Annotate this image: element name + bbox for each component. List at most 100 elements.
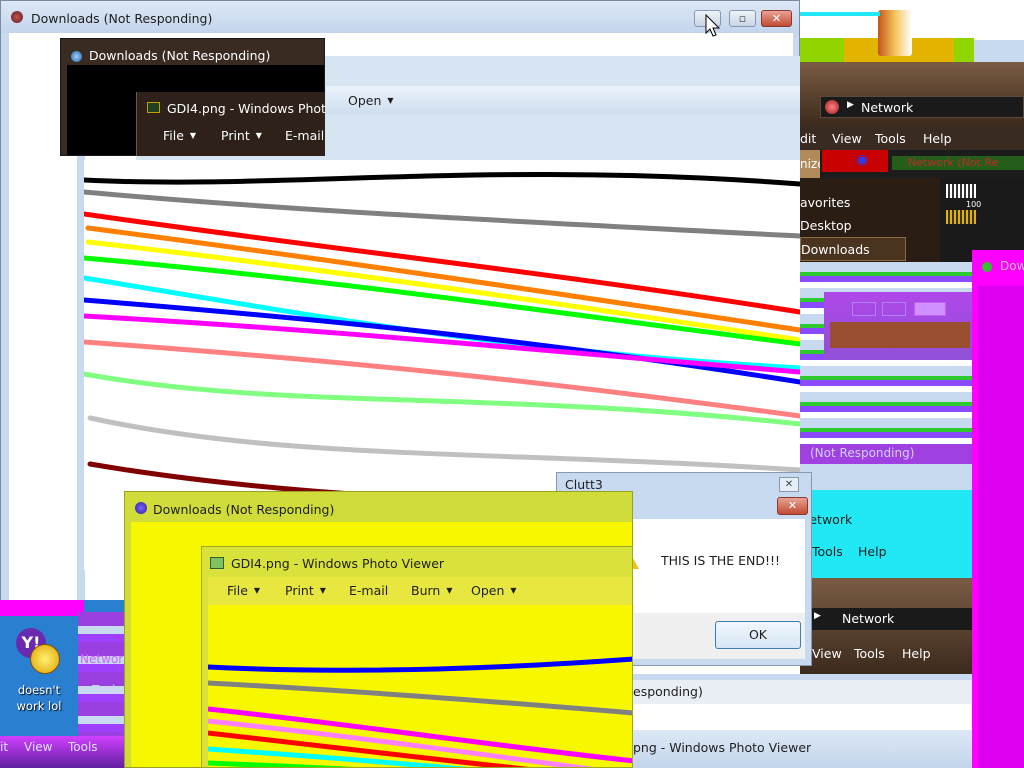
cyan-strip bbox=[800, 12, 880, 16]
drawn-line-4 bbox=[85, 225, 800, 333]
menu-tools-3[interactable]: Tools bbox=[854, 646, 885, 661]
red-block bbox=[822, 150, 888, 172]
clutt-close-button[interactable]: ✕ bbox=[777, 497, 808, 515]
clutt-close-button-ghost[interactable]: ✕ bbox=[779, 477, 799, 492]
front-photo-toolbar: File ▼ Print ▼ E-mail Burn ▼ Open ▼ bbox=[208, 577, 632, 605]
background-window-title: Downloads (Not Responding) bbox=[31, 11, 213, 26]
photo-viewer-top-title-text: GDI4.png - Windows Photo bbox=[167, 101, 325, 116]
bottom-right-strip: esponding) png - Windows Photo Viewer bbox=[633, 674, 972, 768]
ghost-window-purple bbox=[824, 292, 972, 360]
photo-viewer-top-title: GDI4.png - Windows Photo File ▼ Print ▼ E-… bbox=[136, 92, 325, 156]
front-menu-file[interactable]: File ▼ bbox=[227, 583, 260, 598]
address-text: Network bbox=[861, 100, 914, 115]
menu-email[interactable]: E-mail bbox=[285, 128, 324, 143]
yahoo-messenger-icon[interactable]: Y! bbox=[16, 628, 64, 676]
clutt-message: THIS IS THE END!!! bbox=[661, 553, 781, 568]
front-photo-viewer-title: GDI4.png - Windows Photo Viewer bbox=[231, 556, 445, 571]
photo-viewer-icon-front bbox=[210, 557, 224, 569]
nav-favorites[interactable]: avorites bbox=[800, 195, 850, 210]
dropdown-caret-icon: ▼ bbox=[255, 131, 262, 140]
dropdown-caret-icon: ▼ bbox=[189, 131, 197, 140]
network-icon bbox=[825, 100, 839, 114]
responding-bar: esponding) bbox=[633, 680, 972, 704]
menu-open[interactable]: Open ▼ bbox=[348, 93, 394, 108]
menu-view[interactable]: View bbox=[832, 131, 862, 146]
close-button[interactable]: ✕ bbox=[761, 10, 792, 27]
dropdown-caret-icon: ▼ bbox=[446, 586, 453, 595]
downloads-folder-icon bbox=[11, 11, 23, 23]
magenta-window: Dow bbox=[972, 250, 1024, 768]
front-drawn-line-2 bbox=[208, 680, 632, 716]
drawn-line-10 bbox=[84, 339, 800, 419]
menu-print[interactable]: Print ▼ bbox=[221, 128, 262, 143]
front-drawn-line-1 bbox=[208, 656, 632, 673]
address-bar-3[interactable]: ▶ Network bbox=[800, 608, 972, 630]
ghost-maximize bbox=[882, 302, 906, 316]
desktop-area: Networ Tools Y! doesn't work lol it View… bbox=[0, 600, 124, 768]
thumb-label: 100 bbox=[966, 200, 982, 209]
front-menu-burn[interactable]: Burn ▼ bbox=[411, 583, 453, 598]
front-lines-image bbox=[208, 656, 632, 767]
ghost-body-brown bbox=[830, 322, 970, 348]
dropdown-caret-icon: ▼ bbox=[387, 96, 394, 105]
ghost-minimize bbox=[852, 302, 876, 316]
ghost-close bbox=[914, 302, 946, 316]
front-photo-canvas bbox=[208, 605, 632, 767]
cyan-band: Network Tools Help bbox=[800, 490, 972, 578]
clutt-dialog-title: Clutt3 bbox=[565, 477, 603, 492]
front-menu-open[interactable]: Open ▼ bbox=[471, 583, 517, 598]
photo-viewer-toolbar: Open ▼ bbox=[326, 86, 800, 114]
drawn-line-1 bbox=[84, 171, 800, 187]
organize-bar: nize ◉ Network (Not Re bbox=[800, 150, 1024, 178]
drawn-line-5 bbox=[85, 239, 800, 343]
dropdown-caret-icon: ▼ bbox=[253, 586, 261, 595]
barcode-thumb-2 bbox=[946, 210, 976, 224]
downloads-folder-icon-dark bbox=[71, 51, 82, 62]
right-glitch-area: ▶ Network dit View Tools Help nize ◉ Net… bbox=[800, 0, 1024, 768]
front-menu-email[interactable]: E-mail bbox=[349, 583, 388, 598]
barcode-thumb bbox=[946, 184, 976, 198]
maximize-button[interactable]: ▫ bbox=[729, 10, 756, 27]
front-drawn-line-4 bbox=[208, 718, 595, 767]
front-drawn-line-5 bbox=[208, 730, 530, 767]
menu-file[interactable]: File ▼ bbox=[163, 128, 196, 143]
downloads-folder-icon-yellow bbox=[135, 502, 147, 514]
menu-edit[interactable]: dit bbox=[800, 131, 816, 146]
ok-button[interactable]: OK bbox=[715, 621, 801, 649]
nav-downloads-selected[interactable]: Downloads bbox=[800, 237, 906, 261]
organize-chip[interactable]: nize bbox=[800, 150, 820, 178]
menu-tools[interactable]: Tools bbox=[875, 131, 906, 146]
menu-view-3[interactable]: View bbox=[812, 646, 842, 661]
white-band bbox=[633, 704, 972, 730]
front-menu-print[interactable]: Print ▼ bbox=[285, 583, 326, 598]
breadcrumb-arrow-icon-3: ▶ bbox=[814, 611, 821, 621]
mouse-cursor-icon bbox=[705, 13, 721, 38]
photo-viewer-icon bbox=[147, 102, 160, 113]
green-strip bbox=[800, 0, 1024, 40]
background-titlebar: Downloads (Not Responding) – ▫ ✕ bbox=[1, 1, 799, 33]
nav-pane: avorites Desktop Downloads bbox=[800, 178, 940, 262]
drawn-line-11 bbox=[84, 371, 800, 427]
menu-tools-2[interactable]: Tools bbox=[812, 544, 843, 559]
address-bar[interactable]: ▶ Network bbox=[820, 96, 1024, 118]
camera-icon: ◉ bbox=[856, 152, 869, 168]
magenta-inner bbox=[978, 286, 1024, 768]
downloads-folder-icon-magenta bbox=[982, 262, 992, 272]
menu-help-2[interactable]: Help bbox=[858, 544, 887, 559]
desktop-bottom-menu: it View Tools bbox=[0, 736, 124, 768]
front-yellow-title: Downloads (Not Responding) bbox=[153, 502, 335, 517]
status-text-fragment: (Not Responding) bbox=[800, 444, 972, 464]
folder-graphic-icon bbox=[878, 10, 912, 56]
menu-help-3[interactable]: Help bbox=[902, 646, 931, 661]
menu-help[interactable]: Help bbox=[923, 131, 952, 146]
explorer-menubar: dit View Tools Help bbox=[800, 126, 1024, 150]
ghost-window-dark-title: Downloads (Not Responding) bbox=[89, 48, 271, 63]
dropdown-caret-icon: ▼ bbox=[510, 586, 517, 595]
photo-title-fragment: png - Windows Photo Viewer bbox=[633, 730, 972, 768]
smiley-icon bbox=[30, 644, 60, 674]
nav-desktop[interactable]: Desktop bbox=[800, 218, 852, 233]
dropdown-caret-icon: ▼ bbox=[319, 586, 326, 595]
green-ghost-bar: Network (Not Re bbox=[892, 156, 1024, 170]
strip-tools: Tools bbox=[92, 683, 122, 697]
desktop-icon-label: doesn't work lol bbox=[16, 683, 62, 713]
